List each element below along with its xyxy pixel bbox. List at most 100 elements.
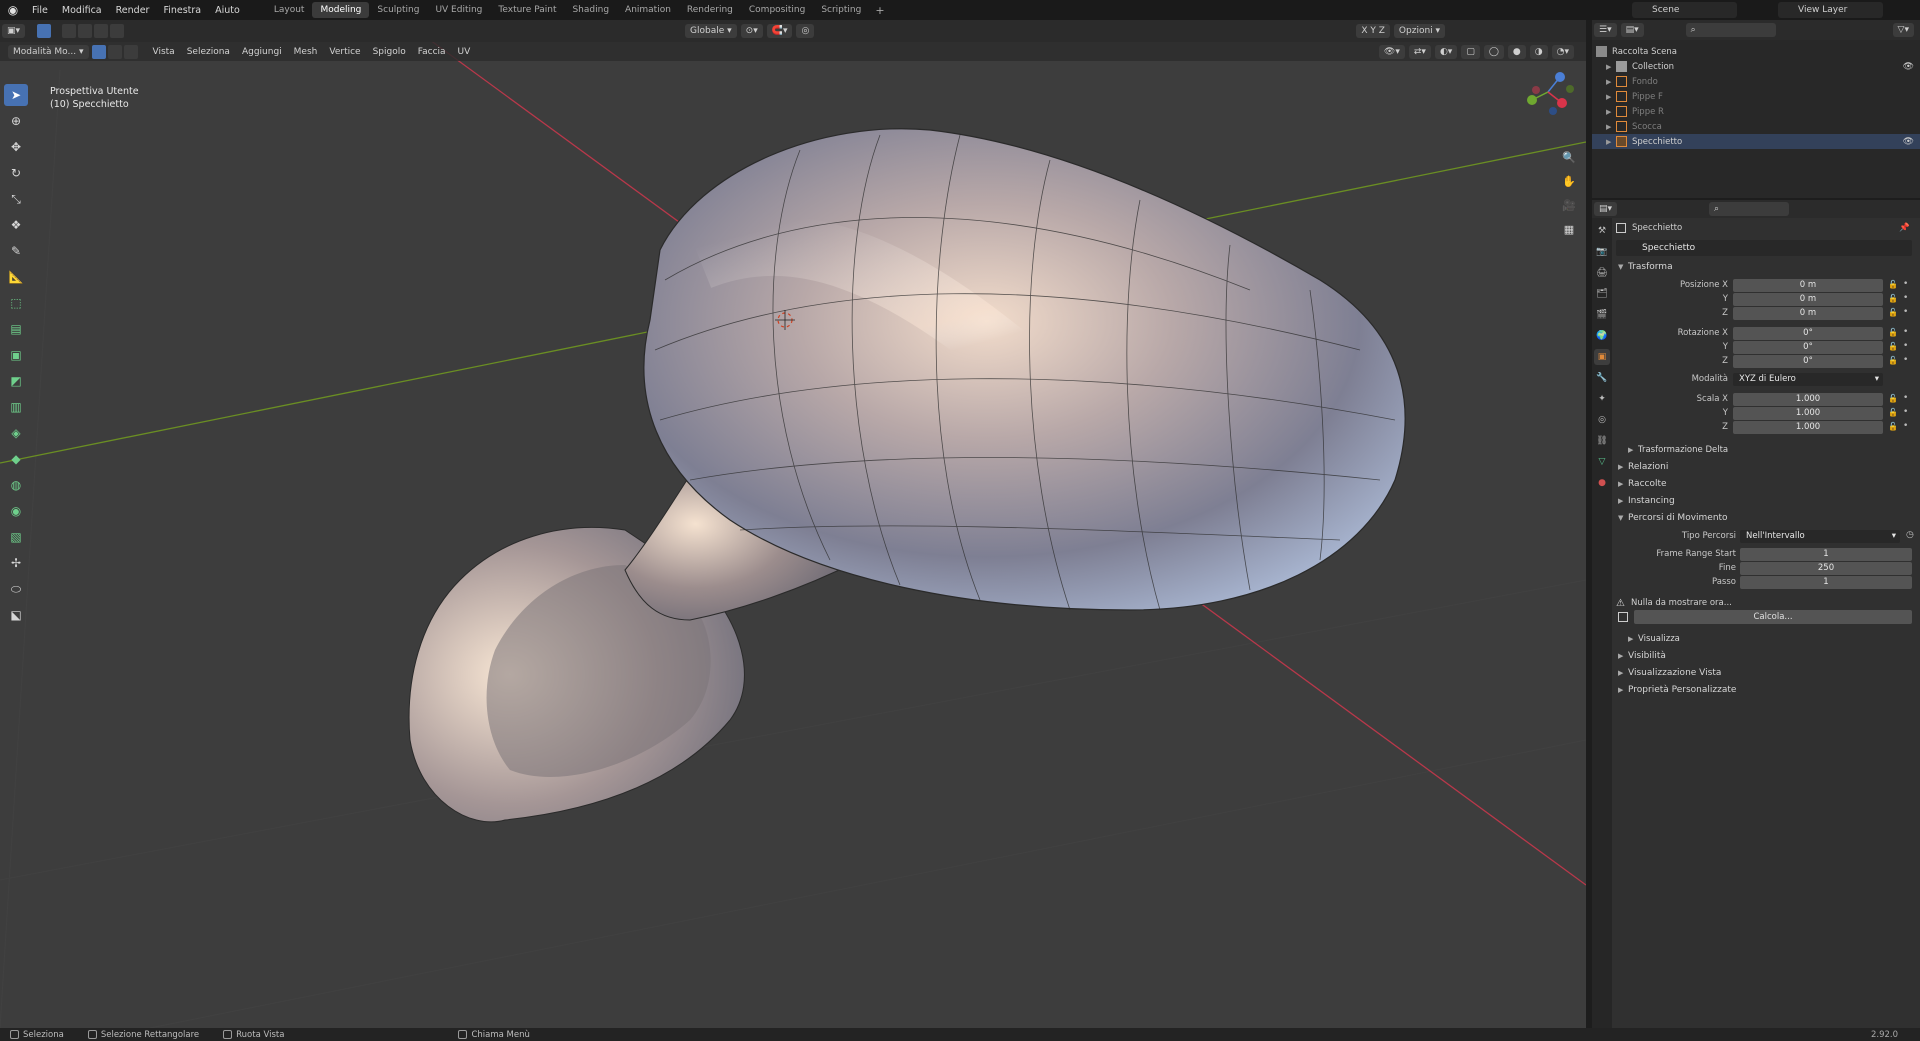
- view-layer-tab-icon[interactable]: 🗂: [1594, 286, 1610, 302]
- vertex-select-icon[interactable]: [91, 44, 106, 59]
- select-invert-icon[interactable]: [110, 24, 125, 38]
- extrude-tool-button[interactable]: ▤: [4, 318, 28, 340]
- menu-uv[interactable]: UV: [452, 47, 477, 57]
- keyframe-dot-icon[interactable]: •: [1903, 341, 1908, 351]
- add-cube-tool-button[interactable]: ⬚: [4, 292, 28, 314]
- location-x-field[interactable]: 0 m: [1733, 279, 1883, 292]
- rotation-x-field[interactable]: 0°: [1733, 327, 1883, 340]
- scale-z-field[interactable]: 1.000: [1733, 421, 1883, 434]
- particles-tab-icon[interactable]: ✦: [1594, 391, 1610, 407]
- scene-tab-icon[interactable]: 🎬: [1594, 307, 1610, 323]
- rotate-tool-button[interactable]: ↻: [4, 162, 28, 184]
- editor-type-button[interactable]: ▣▾: [2, 24, 26, 38]
- eye-icon[interactable]: 👁: [1903, 62, 1914, 72]
- options-dropdown[interactable]: Opzioni ▾: [1393, 24, 1446, 38]
- lock-icon[interactable]: 🔓: [1888, 280, 1898, 289]
- menu-view[interactable]: Vista: [147, 47, 181, 57]
- menu-window[interactable]: Finestra: [157, 5, 207, 16]
- outliner-filter-icon[interactable]: ▽▾: [1892, 23, 1914, 37]
- knife-tool-button[interactable]: ◈: [4, 422, 28, 444]
- lock-icon[interactable]: 🔓: [1888, 342, 1898, 351]
- camera-view-icon[interactable]: 🎥: [1560, 196, 1578, 216]
- tab-scripting[interactable]: Scripting: [813, 2, 869, 18]
- axis-z-label[interactable]: Z: [1379, 26, 1385, 36]
- outliner-root-row[interactable]: Raccolta Scena: [1592, 44, 1920, 59]
- outliner-editor-type[interactable]: ☰▾: [1594, 23, 1617, 37]
- outliner-display-mode[interactable]: ▤▾: [1620, 23, 1644, 37]
- select-tool-icon[interactable]: [37, 24, 52, 38]
- menu-mesh[interactable]: Mesh: [288, 47, 324, 57]
- select-box-icon[interactable]: [62, 24, 77, 38]
- tab-modeling[interactable]: Modeling: [312, 2, 370, 18]
- face-select-icon[interactable]: [123, 44, 138, 59]
- location-z-field[interactable]: 0 m: [1733, 307, 1883, 320]
- object-name-field[interactable]: Specchietto: [1616, 240, 1912, 256]
- pin-icon[interactable]: 📌: [1899, 223, 1910, 233]
- tab-sculpting[interactable]: Sculpting: [369, 2, 427, 18]
- expand-arrow-icon[interactable]: ▶: [1606, 78, 1616, 86]
- output-tab-icon[interactable]: 🖨: [1594, 265, 1610, 281]
- rip-tool-button[interactable]: ⬕: [4, 604, 28, 626]
- outliner-row-pippe-f[interactable]: ▶ Pippe F: [1592, 89, 1920, 104]
- axis-x-label[interactable]: X: [1361, 26, 1367, 36]
- panel-viewport-display-header[interactable]: ▶ Visualizzazione Vista: [1616, 664, 1916, 681]
- menu-vertex[interactable]: Vertice: [323, 47, 366, 57]
- scene-selector[interactable]: Scene: [1632, 2, 1737, 18]
- select-extend-icon[interactable]: [78, 24, 93, 38]
- menu-face[interactable]: Faccia: [412, 47, 452, 57]
- snap-dropdown[interactable]: 🧲▾: [766, 24, 793, 38]
- eye-icon[interactable]: 👁: [1903, 137, 1914, 147]
- 3d-viewport[interactable]: ▣▾ Globale ▾ ⊙▾ 🧲▾ ◎ X Y Z Opzioni ▾ Mod…: [0, 20, 1586, 1028]
- menu-file[interactable]: File: [26, 5, 54, 16]
- expand-arrow-icon[interactable]: ▶: [1606, 138, 1616, 146]
- menu-add[interactable]: Aggiungi: [236, 47, 288, 57]
- path-type-dropdown[interactable]: Nell'Intervallo ▾: [1740, 530, 1900, 543]
- pivot-dropdown[interactable]: ⊙▾: [740, 24, 763, 38]
- lock-icon[interactable]: 🔓: [1888, 408, 1898, 417]
- modifier-tab-icon[interactable]: 🔧: [1594, 370, 1610, 386]
- outliner-row-scocca[interactable]: ▶ Scocca: [1592, 119, 1920, 134]
- menu-edge[interactable]: Spigolo: [367, 47, 412, 57]
- scale-tool-button[interactable]: ⤡: [4, 188, 28, 210]
- expand-arrow-icon[interactable]: ▶: [1606, 93, 1616, 101]
- frame-start-field[interactable]: 1: [1740, 548, 1912, 561]
- bevel-tool-button[interactable]: ◩: [4, 370, 28, 392]
- shading-rendered[interactable]: ◔▾: [1551, 44, 1574, 59]
- orientation-dropdown[interactable]: Globale ▾: [685, 24, 737, 38]
- panel-custom-properties-header[interactable]: ▶ Proprietà Personalizzate: [1616, 681, 1916, 698]
- menu-edit[interactable]: Modifica: [56, 5, 108, 16]
- keyframe-dot-icon[interactable]: •: [1903, 293, 1908, 303]
- panel-display-header[interactable]: ▶ Visualizza: [1616, 630, 1916, 647]
- edge-select-icon[interactable]: [107, 44, 122, 59]
- add-workspace-icon[interactable]: +: [869, 4, 890, 17]
- proportional-editing-button[interactable]: ◎: [796, 24, 815, 38]
- world-tab-icon[interactable]: 🌍: [1594, 328, 1610, 344]
- move-tool-button[interactable]: ✥: [4, 136, 28, 158]
- rotation-y-field[interactable]: 0°: [1733, 341, 1883, 354]
- view-layer-selector[interactable]: View Layer: [1778, 2, 1883, 18]
- keyframe-dot-icon[interactable]: •: [1903, 407, 1908, 417]
- material-tab-icon[interactable]: ●: [1594, 475, 1610, 491]
- panel-collections-header[interactable]: ▶ Raccolte: [1616, 475, 1916, 492]
- select-subtract-icon[interactable]: [94, 24, 109, 38]
- panel-delta-header[interactable]: ▶ Trasformazione Delta: [1616, 441, 1916, 458]
- scale-x-field[interactable]: 1.000: [1733, 393, 1883, 406]
- panel-visibility-header[interactable]: ▶ Visibilità: [1616, 647, 1916, 664]
- transform-tool-button[interactable]: ❖: [4, 214, 28, 236]
- zoom-icon[interactable]: 🔍: [1560, 148, 1578, 168]
- constraints-tab-icon[interactable]: ⛓: [1594, 433, 1610, 449]
- inset-tool-button[interactable]: ▣: [4, 344, 28, 366]
- keyframe-dot-icon[interactable]: •: [1903, 355, 1908, 365]
- outliner-row-fondo[interactable]: ▶ Fondo: [1592, 74, 1920, 89]
- measure-tool-button[interactable]: 📐: [4, 266, 28, 288]
- outliner-row-pippe-r[interactable]: ▶ Pippe R: [1592, 104, 1920, 119]
- axis-y-label[interactable]: Y: [1370, 26, 1376, 36]
- tool-tab-icon[interactable]: ⚒: [1594, 223, 1610, 239]
- gizmo-toggle[interactable]: ⇄▾: [1408, 44, 1431, 59]
- properties-editor-type[interactable]: ▤▾: [1594, 202, 1618, 216]
- keyframe-dot-icon[interactable]: •: [1903, 279, 1908, 289]
- tab-compositing[interactable]: Compositing: [741, 2, 813, 18]
- frame-end-field[interactable]: 250: [1740, 562, 1912, 575]
- panel-relations-header[interactable]: ▶ Relazioni: [1616, 458, 1916, 475]
- render-tab-icon[interactable]: 📷: [1594, 244, 1610, 260]
